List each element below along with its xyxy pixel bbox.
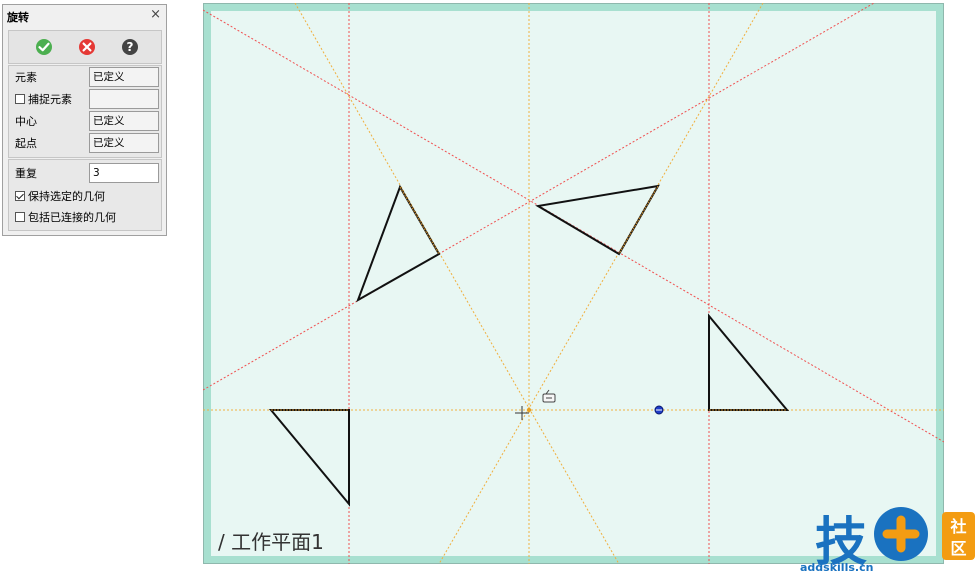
include-connected-label: 包括已连接的几何 bbox=[28, 211, 116, 224]
snap-element-label: 捕捉元素 bbox=[28, 93, 72, 106]
snap-element-checkbox[interactable] bbox=[15, 94, 25, 104]
selection-group: 元素 已定义 捕捉元素 中心 已定义 起点 已定义 bbox=[8, 65, 162, 158]
start-point-field[interactable]: 已定义 bbox=[89, 133, 159, 153]
repeat-input[interactable]: 3 bbox=[89, 163, 159, 183]
workplane-area bbox=[211, 11, 936, 556]
center-label: 中心 bbox=[15, 115, 37, 128]
start-point-label: 起点 bbox=[15, 137, 37, 150]
include-connected-option[interactable]: 包括已连接的几何 bbox=[15, 207, 116, 228]
close-button[interactable]: × bbox=[150, 7, 161, 22]
keep-selected-option[interactable]: 保持选定的几何 bbox=[15, 186, 105, 207]
sketch-canvas[interactable] bbox=[203, 3, 944, 564]
snap-element-option[interactable]: 捕捉元素 bbox=[15, 89, 72, 110]
rotate-panel: 旋转 × ? 元素 已定义 捕捉元素 中心 已定义 起点 已定义 重复 3 保持… bbox=[2, 4, 167, 236]
repeat-label: 重复 bbox=[15, 167, 37, 180]
workplane-label: / 工作平面1 bbox=[218, 530, 324, 554]
keep-selected-label: 保持选定的几何 bbox=[28, 190, 105, 203]
element-label: 元素 bbox=[15, 71, 37, 84]
svg-text:区: 区 bbox=[950, 539, 966, 558]
svg-text:社: 社 bbox=[949, 517, 966, 536]
watermark-site: addskills.cn bbox=[800, 561, 874, 574]
center-field[interactable]: 已定义 bbox=[89, 111, 159, 131]
svg-text:?: ? bbox=[127, 40, 134, 54]
options-group: 重复 3 保持选定的几何 包括已连接的几何 bbox=[8, 159, 162, 231]
cancel-icon[interactable] bbox=[78, 38, 96, 56]
panel-title: 旋转 bbox=[7, 11, 29, 24]
ok-check-icon[interactable] bbox=[35, 38, 53, 56]
element-field[interactable]: 已定义 bbox=[89, 67, 159, 87]
action-toolbar: ? bbox=[8, 30, 162, 64]
snap-element-field[interactable] bbox=[89, 89, 159, 109]
include-connected-checkbox[interactable] bbox=[15, 212, 25, 222]
start-point-marker-icon bbox=[654, 405, 664, 415]
help-icon[interactable]: ? bbox=[121, 38, 139, 56]
keep-selected-checkbox[interactable] bbox=[15, 191, 25, 201]
